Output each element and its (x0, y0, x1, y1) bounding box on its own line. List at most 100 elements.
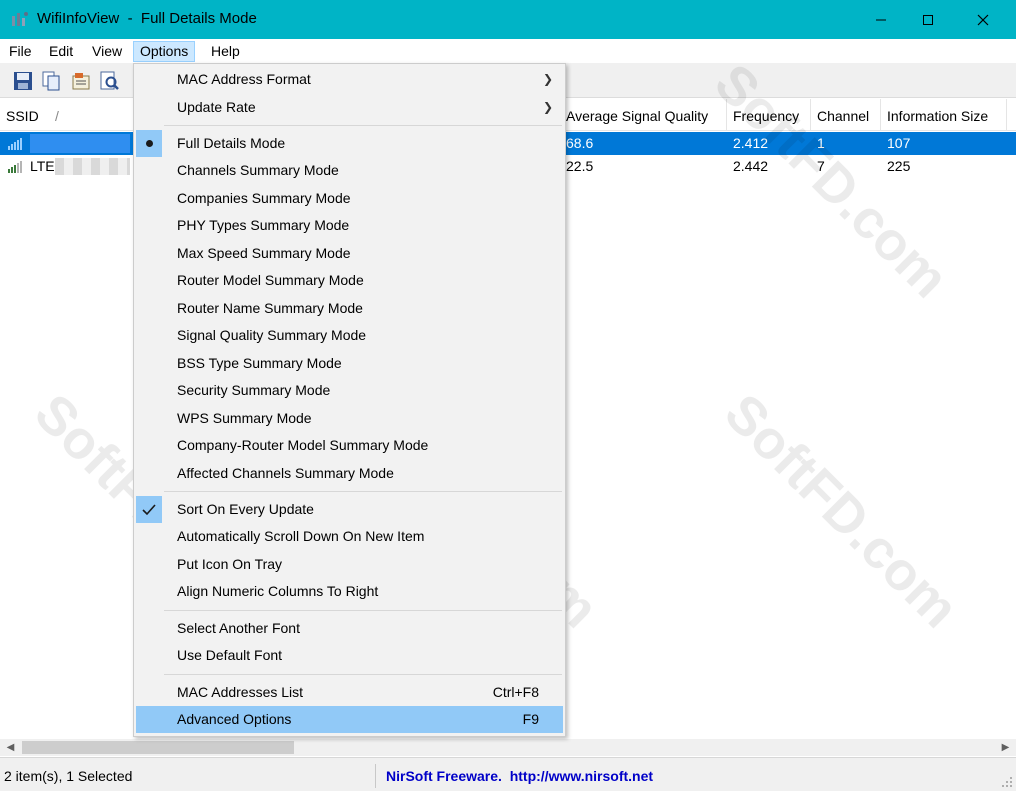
cell-frequency: 2.412 (733, 135, 769, 151)
menu-item-affected-channels-summary-mode[interactable]: Affected Channels Summary Mode (136, 460, 563, 487)
sort-asc-icon: / (55, 108, 59, 124)
menu-item-label: Security Summary Mode (177, 382, 331, 398)
menu-item-companies-summary-mode[interactable]: Companies Summary Mode (136, 185, 563, 212)
menu-item-mac-address-format[interactable]: MAC Address Format ❯ (136, 66, 563, 93)
ssid-redacted-block (55, 158, 130, 175)
menu-options[interactable]: Options (133, 41, 196, 62)
menu-item-bss-type-summary-mode[interactable]: BSS Type Summary Mode (136, 350, 563, 377)
close-button[interactable] (960, 0, 1006, 39)
column-ssid-label: SSID (6, 108, 39, 124)
menu-item-label: Companies Summary Mode (177, 190, 351, 206)
menu-item-label: WPS Summary Mode (177, 410, 312, 426)
menu-bar: File Edit View Options Help (0, 39, 1016, 64)
maximize-icon (923, 14, 933, 25)
menu-separator (164, 491, 562, 492)
nirsoft-link[interactable]: NirSoft Freeware. http://www.nirsoft.net (386, 764, 653, 788)
menu-item-label: Full Details Mode (177, 135, 286, 151)
menu-separator (164, 610, 562, 611)
cell-ssid (30, 132, 36, 155)
menu-item-select-another-font[interactable]: Select Another Font (136, 615, 563, 642)
cell-channel: 1 (817, 135, 825, 151)
menu-item-max-speed-summary-mode[interactable]: Max Speed Summary Mode (136, 240, 563, 267)
column-channel[interactable]: Channel (811, 99, 881, 131)
menu-item-label: MAC Addresses List (177, 684, 304, 700)
status-item-count: 2 item(s), 1 Selected (0, 764, 376, 788)
close-icon (977, 14, 989, 25)
scroll-thumb[interactable] (22, 741, 294, 754)
menu-item-label: PHY Types Summary Mode (177, 217, 350, 233)
menu-item-router-name-summary-mode[interactable]: Router Name Summary Mode (136, 295, 563, 322)
copy-icon[interactable] (40, 70, 62, 92)
menu-item-label: Advanced Options (177, 711, 292, 727)
menu-separator (164, 125, 562, 126)
menu-separator (164, 674, 562, 675)
scroll-right-arrow-icon[interactable]: ▶ (997, 739, 1014, 756)
menu-item-label: BSS Type Summary Mode (177, 355, 342, 371)
title-bar: WifiInfoView - Full Details Mode (0, 0, 1016, 39)
menu-item-label: Automatically Scroll Down On New Item (177, 528, 425, 544)
menu-item-align-numeric-columns[interactable]: Align Numeric Columns To Right (136, 578, 563, 605)
cell-frequency: 2.442 (733, 158, 769, 174)
menu-item-label: Sort On Every Update (177, 501, 314, 517)
horizontal-scrollbar[interactable]: ◀ ▶ (0, 739, 1016, 756)
menu-item-put-icon-on-tray[interactable]: Put Icon On Tray (136, 551, 563, 578)
column-information-size[interactable]: Information Size (881, 99, 1007, 131)
shortcut-label: Ctrl+F8 (492, 684, 539, 700)
cell-channel: 7 (817, 158, 825, 174)
cell-ssid: LTE (30, 158, 55, 174)
maximize-button[interactable] (905, 0, 951, 39)
status-bar: 2 item(s), 1 Selected NirSoft Freeware. … (0, 757, 1016, 791)
menu-item-label: Select Another Font (177, 620, 300, 636)
shortcut-label: F9 (522, 711, 539, 727)
checkmark-icon (136, 496, 162, 523)
menu-item-sort-on-every-update[interactable]: Sort On Every Update (136, 496, 563, 523)
column-average-signal-quality[interactable]: Average Signal Quality (560, 99, 727, 131)
column-frequency[interactable]: Frequency (727, 99, 811, 131)
menu-item-channels-summary-mode[interactable]: Channels Summary Mode (136, 157, 563, 184)
menu-item-label: Align Numeric Columns To Right (177, 583, 379, 599)
menu-item-update-rate[interactable]: Update Rate ❯ (136, 94, 563, 121)
menu-help[interactable]: Help (205, 41, 246, 62)
resize-grip-icon[interactable] (1000, 775, 1014, 789)
menu-item-label: Channels Summary Mode (177, 162, 339, 178)
menu-item-label: Update Rate (177, 99, 256, 115)
menu-item-router-model-summary-mode[interactable]: Router Model Summary Mode (136, 267, 563, 294)
menu-item-label: Put Icon On Tray (177, 556, 283, 572)
radio-selected-icon (136, 130, 162, 157)
window-title: WifiInfoView - Full Details Mode (37, 10, 257, 27)
menu-item-label: Router Name Summary Mode (177, 300, 363, 316)
signal-strength-icon (8, 138, 22, 150)
menu-item-advanced-options[interactable]: Advanced Options F9 (136, 706, 563, 733)
menu-edit[interactable]: Edit (43, 41, 79, 62)
submenu-arrow-icon: ❯ (542, 100, 553, 114)
cell-information-size: 107 (887, 135, 911, 151)
menu-item-label: Company-Router Model Summary Mode (177, 437, 429, 453)
minimize-icon (876, 19, 886, 20)
minimize-button[interactable] (858, 0, 904, 39)
menu-file[interactable]: File (3, 41, 38, 62)
menu-item-label: Affected Channels Summary Mode (177, 465, 394, 481)
menu-item-use-default-font[interactable]: Use Default Font (136, 642, 563, 669)
properties-icon[interactable] (70, 70, 92, 92)
scroll-left-arrow-icon[interactable]: ◀ (2, 739, 19, 756)
menu-item-wps-summary-mode[interactable]: WPS Summary Mode (136, 405, 563, 432)
menu-item-signal-quality-summary-mode[interactable]: Signal Quality Summary Mode (136, 322, 563, 349)
options-menu: MAC Address Format ❯ Update Rate ❯ Full … (133, 63, 566, 737)
cell-information-size: 225 (887, 158, 911, 174)
menu-item-label: Max Speed Summary Mode (177, 245, 351, 261)
find-icon[interactable] (98, 70, 120, 92)
menu-view[interactable]: View (86, 41, 128, 62)
menu-item-label: Use Default Font (177, 647, 283, 663)
menu-item-auto-scroll-down[interactable]: Automatically Scroll Down On New Item (136, 523, 563, 550)
app-icon (12, 12, 28, 26)
submenu-arrow-icon: ❯ (542, 72, 553, 86)
save-icon[interactable] (12, 70, 34, 92)
menu-item-label: MAC Address Format (177, 71, 311, 87)
ssid-redacted-block (30, 134, 130, 153)
column-ssid[interactable]: SSID / (0, 99, 140, 131)
menu-item-full-details-mode[interactable]: Full Details Mode (136, 130, 563, 157)
menu-item-mac-addresses-list[interactable]: MAC Addresses List Ctrl+F8 (136, 679, 563, 706)
menu-item-phy-types-summary-mode[interactable]: PHY Types Summary Mode (136, 212, 563, 239)
menu-item-company-router-model-summary-mode[interactable]: Company-Router Model Summary Mode (136, 432, 563, 459)
menu-item-security-summary-mode[interactable]: Security Summary Mode (136, 377, 563, 404)
